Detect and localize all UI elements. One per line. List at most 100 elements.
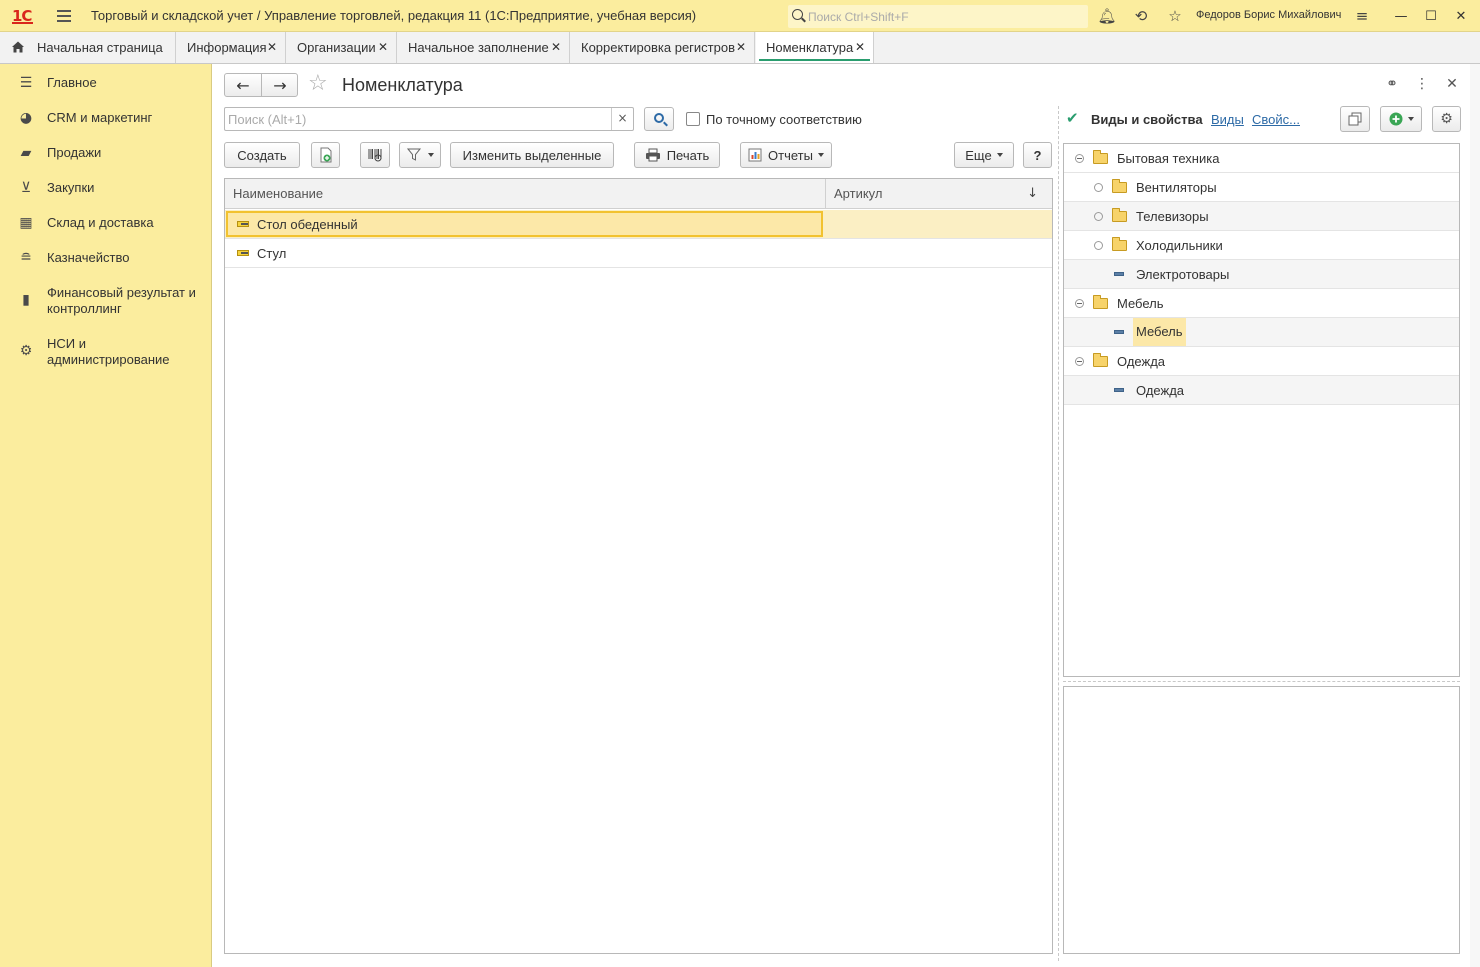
expand-icon[interactable]: [1094, 212, 1103, 221]
column-header-article[interactable]: Артикул ↓: [825, 179, 1052, 209]
expand-icon[interactable]: [1094, 183, 1103, 192]
sidebar-item-main[interactable]: ☰ Главное: [0, 75, 212, 95]
list-search[interactable]: ×: [224, 107, 634, 131]
tree-node-label: Одежда: [1117, 354, 1166, 369]
more-label: Еще: [965, 147, 992, 163]
tabs-bar: Начальная страница Информация ✕ Организа…: [0, 32, 1480, 64]
copy-view-button[interactable]: [1340, 106, 1370, 132]
tab-home[interactable]: Начальная страница: [0, 32, 176, 63]
more-button[interactable]: Еще: [954, 142, 1014, 168]
help-button[interactable]: ?: [1023, 142, 1052, 168]
close-window-button[interactable]: ✕: [1451, 6, 1471, 26]
close-tab-icon[interactable]: ✕: [736, 40, 746, 54]
search-input[interactable]: [228, 111, 608, 127]
sidebar-item-financial-result[interactable]: ▮ Финансовый результат и контроллинг: [0, 285, 212, 321]
tree-node[interactable]: Вентиляторы: [1064, 173, 1459, 202]
minimize-button[interactable]: —: [1391, 6, 1411, 26]
sidebar-item-treasury[interactable]: ≘ Казначейство: [0, 250, 212, 270]
sidebar-item-warehouse[interactable]: ▦ Склад и доставка: [0, 215, 212, 235]
copy-button[interactable]: [311, 142, 340, 168]
tree-node[interactable]: Электротовары: [1064, 260, 1459, 289]
history-icon[interactable]: ⟲: [1131, 6, 1151, 26]
change-selected-button[interactable]: Изменить выделенные: [450, 142, 614, 168]
gear-icon: ⚙: [19, 343, 33, 359]
tree-node[interactable]: Мебель: [1064, 289, 1459, 318]
leaf-item-icon: [1114, 388, 1124, 392]
create-button[interactable]: Создать: [224, 142, 300, 168]
close-tab-icon[interactable]: ✕: [378, 40, 388, 54]
panel-splitter-horizontal[interactable]: [1063, 681, 1460, 682]
sidebar-item-label: Финансовый результат и контроллинг: [47, 285, 196, 316]
collapse-icon[interactable]: [1075, 154, 1084, 163]
tab-information[interactable]: Информация ✕: [177, 32, 286, 63]
chevron-down-icon: [427, 153, 434, 157]
tree-node[interactable]: Бытовая техника: [1064, 144, 1459, 173]
main-menu-icon[interactable]: [57, 10, 71, 22]
warehouse-grid-icon: ▦: [19, 215, 33, 231]
properties-link[interactable]: Свойс...: [1252, 112, 1300, 127]
barcode-button[interactable]: [360, 142, 390, 168]
app-logo[interactable]: 1С: [12, 7, 34, 25]
scrollbar[interactable]: [1470, 64, 1480, 967]
close-tab-icon[interactable]: ✕: [855, 40, 865, 54]
panel-splitter[interactable]: [1058, 106, 1059, 961]
link-icon[interactable]: ⚭: [1382, 74, 1402, 94]
kinds-link[interactable]: Виды: [1211, 112, 1244, 127]
tree-node[interactable]: Мебель: [1064, 318, 1459, 347]
filter-button[interactable]: [399, 142, 441, 168]
clear-search-icon[interactable]: ×: [611, 108, 633, 130]
expand-icon[interactable]: [1094, 241, 1103, 250]
maximize-button[interactable]: ☐: [1421, 6, 1441, 26]
user-name[interactable]: Федоров Борис Михайлович: [1196, 9, 1341, 21]
reports-label: Отчеты: [768, 147, 813, 163]
sidebar-item-crm[interactable]: ◕ CRM и маркетинг: [0, 110, 212, 130]
tab-register-correction[interactable]: Корректировка регистров ✕: [571, 32, 755, 63]
bell-icon[interactable]: 🔔︎: [1097, 6, 1117, 26]
tree-node-label: Холодильники: [1136, 238, 1223, 253]
add-property-button[interactable]: [1380, 106, 1422, 132]
favorite-star-icon[interactable]: ☆: [308, 72, 328, 96]
tab-initial-filling[interactable]: Начальное заполнение ✕: [398, 32, 570, 63]
settings-lines-icon[interactable]: ≡: [1352, 6, 1372, 26]
menu-lines-icon: ☰: [19, 75, 33, 91]
column-header-name[interactable]: Наименование: [225, 179, 825, 209]
search-button[interactable]: [644, 107, 674, 131]
properties-panel: [1063, 686, 1460, 954]
close-tab-icon[interactable]: ✕: [551, 40, 561, 54]
tree-node[interactable]: Одежда: [1064, 347, 1459, 376]
global-search-input[interactable]: [808, 8, 1078, 25]
home-icon: [12, 41, 24, 53]
exact-match-label: По точному соответствию: [706, 112, 862, 127]
close-form-icon[interactable]: ✕: [1442, 74, 1462, 94]
tab-label: Информация: [187, 40, 267, 55]
nomenclature-table: Наименование Артикул ↓ Стол обеденный Ст…: [224, 178, 1053, 954]
settings-button[interactable]: ⚙: [1432, 106, 1461, 132]
collapse-icon[interactable]: [1075, 299, 1084, 308]
reports-button[interactable]: Отчеты: [740, 142, 832, 168]
kinds-properties-checkbox[interactable]: ✔: [1066, 111, 1080, 126]
tree-node[interactable]: Одежда: [1064, 376, 1459, 405]
collapse-icon[interactable]: [1075, 357, 1084, 366]
tree-node[interactable]: Холодильники: [1064, 231, 1459, 260]
table-row[interactable]: Стул: [225, 239, 1052, 268]
close-tab-icon[interactable]: ✕: [267, 40, 277, 54]
kinds-properties-title: Виды и свойства: [1091, 112, 1203, 127]
sort-arrow-icon: ↓: [1027, 186, 1038, 201]
global-search[interactable]: [788, 5, 1088, 28]
sidebar-item-purchases[interactable]: ⊻ Закупки: [0, 180, 212, 200]
exact-match-checkbox[interactable]: [686, 112, 700, 126]
tab-label: Начальная страница: [37, 40, 163, 55]
tree-node[interactable]: Телевизоры: [1064, 202, 1459, 231]
folder-icon: [1093, 295, 1108, 309]
more-options-icon[interactable]: ⋮: [1412, 74, 1432, 94]
table-row[interactable]: Стол обеденный: [225, 210, 1052, 239]
star-icon[interactable]: ☆: [1165, 6, 1185, 26]
tab-organizations[interactable]: Организации ✕: [287, 32, 397, 63]
sidebar-item-sales[interactable]: ▰ Продажи: [0, 145, 212, 165]
sidebar-item-administration[interactable]: ⚙ НСИ и администрирование: [0, 336, 212, 372]
sidebar-item-label: Продажи: [47, 145, 102, 160]
tab-nomenclature[interactable]: Номенклатура ✕: [756, 32, 874, 63]
back-button[interactable]: ←: [225, 74, 261, 96]
forward-button[interactable]: →: [262, 74, 298, 96]
print-button[interactable]: Печать: [634, 142, 720, 168]
